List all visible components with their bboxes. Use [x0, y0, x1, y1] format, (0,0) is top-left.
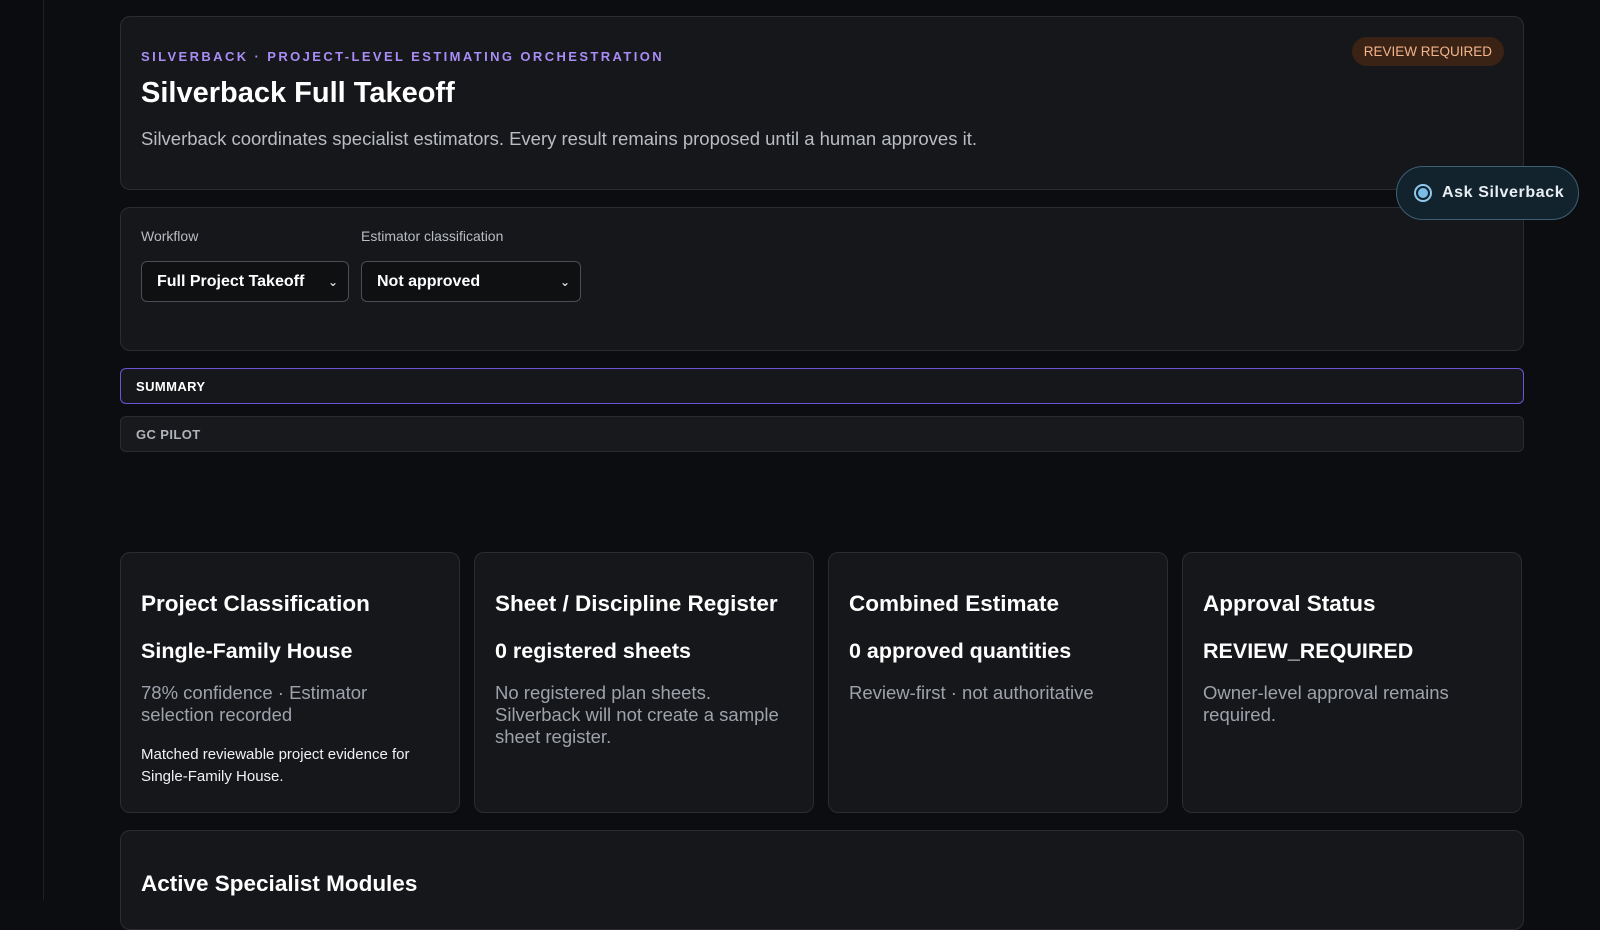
- workflow-select-value: Full Project Takeoff: [157, 272, 305, 290]
- hero-eyebrow: SILVERBACK · PROJECT-LEVEL ESTIMATING OR…: [141, 49, 665, 64]
- stat-value: Single-Family House: [141, 639, 353, 663]
- stat-subtext: Owner-level approval remains required.: [1203, 682, 1449, 725]
- stat-title: Combined Estimate: [849, 591, 1060, 616]
- classification-label: Estimator classification: [361, 228, 504, 244]
- hero-card: SILVERBACK · PROJECT-LEVEL ESTIMATING OR…: [120, 16, 1524, 190]
- classification-select[interactable]: Not approved ⌄: [361, 261, 581, 302]
- active-modules-card: Active Specialist Modules: [120, 830, 1524, 930]
- hero-description: Silverback coordinates specialist estima…: [141, 128, 977, 149]
- ask-silverback-button[interactable]: Ask Silverback: [1396, 166, 1579, 220]
- left-rail: [0, 0, 44, 900]
- stat-value: 0 approved quantities: [849, 639, 1072, 663]
- ask-silverback-label: Ask Silverback: [1442, 184, 1565, 201]
- stat-subtext: No registered plan sheets. Silverback wi…: [495, 682, 779, 747]
- active-modules-title: Active Specialist Modules: [141, 871, 418, 896]
- tab-gc-pilot-label: GC PILOT: [136, 426, 201, 442]
- workflow-select[interactable]: Full Project Takeoff ⌄: [141, 261, 349, 302]
- classification-field: Estimator classification Not approved ⌄: [361, 228, 581, 350]
- approval-status-card: Approval Status REVIEW_REQUIRED Owner-le…: [1182, 552, 1522, 813]
- classification-select-value: Not approved: [377, 272, 481, 290]
- stat-title: Approval Status: [1203, 591, 1376, 616]
- stat-note: Matched reviewable project evidence for …: [141, 746, 410, 785]
- stat-title: Sheet / Discipline Register: [495, 591, 778, 616]
- chevron-down-icon: ⌄: [559, 274, 570, 289]
- stat-title: Project Classification: [141, 591, 370, 616]
- sheet-register-card: Sheet / Discipline Register 0 registered…: [474, 552, 814, 813]
- tab-summary-label: SUMMARY: [136, 378, 206, 394]
- review-required-badge: REVIEW REQUIRED: [1351, 37, 1504, 66]
- workflow-label: Workflow: [141, 228, 199, 244]
- main-content: SILVERBACK · PROJECT-LEVEL ESTIMATING OR…: [120, 16, 1524, 930]
- combined-estimate-card: Combined Estimate 0 approved quantities …: [828, 552, 1168, 813]
- workflow-field: Workflow Full Project Takeoff ⌄: [141, 228, 349, 350]
- controls-card: Workflow Full Project Takeoff ⌄ Estimato…: [120, 207, 1524, 351]
- project-classification-card: Project Classification Single-Family Hou…: [120, 552, 460, 813]
- stat-subtext: 78% confidence · Estimator selection rec…: [141, 682, 368, 725]
- stat-subtext: Review-first · not authoritative: [849, 682, 1094, 703]
- assistant-status-icon: [1414, 184, 1432, 202]
- stat-value: 0 registered sheets: [495, 639, 691, 663]
- tab-summary[interactable]: SUMMARY: [120, 368, 1524, 404]
- stats-grid: Project Classification Single-Family Hou…: [120, 552, 1524, 813]
- page-title: Silverback Full Takeoff: [141, 77, 455, 109]
- chevron-down-icon: ⌄: [327, 274, 338, 289]
- stat-value: REVIEW_REQUIRED: [1203, 639, 1414, 663]
- tab-gc-pilot[interactable]: GC PILOT: [120, 416, 1524, 452]
